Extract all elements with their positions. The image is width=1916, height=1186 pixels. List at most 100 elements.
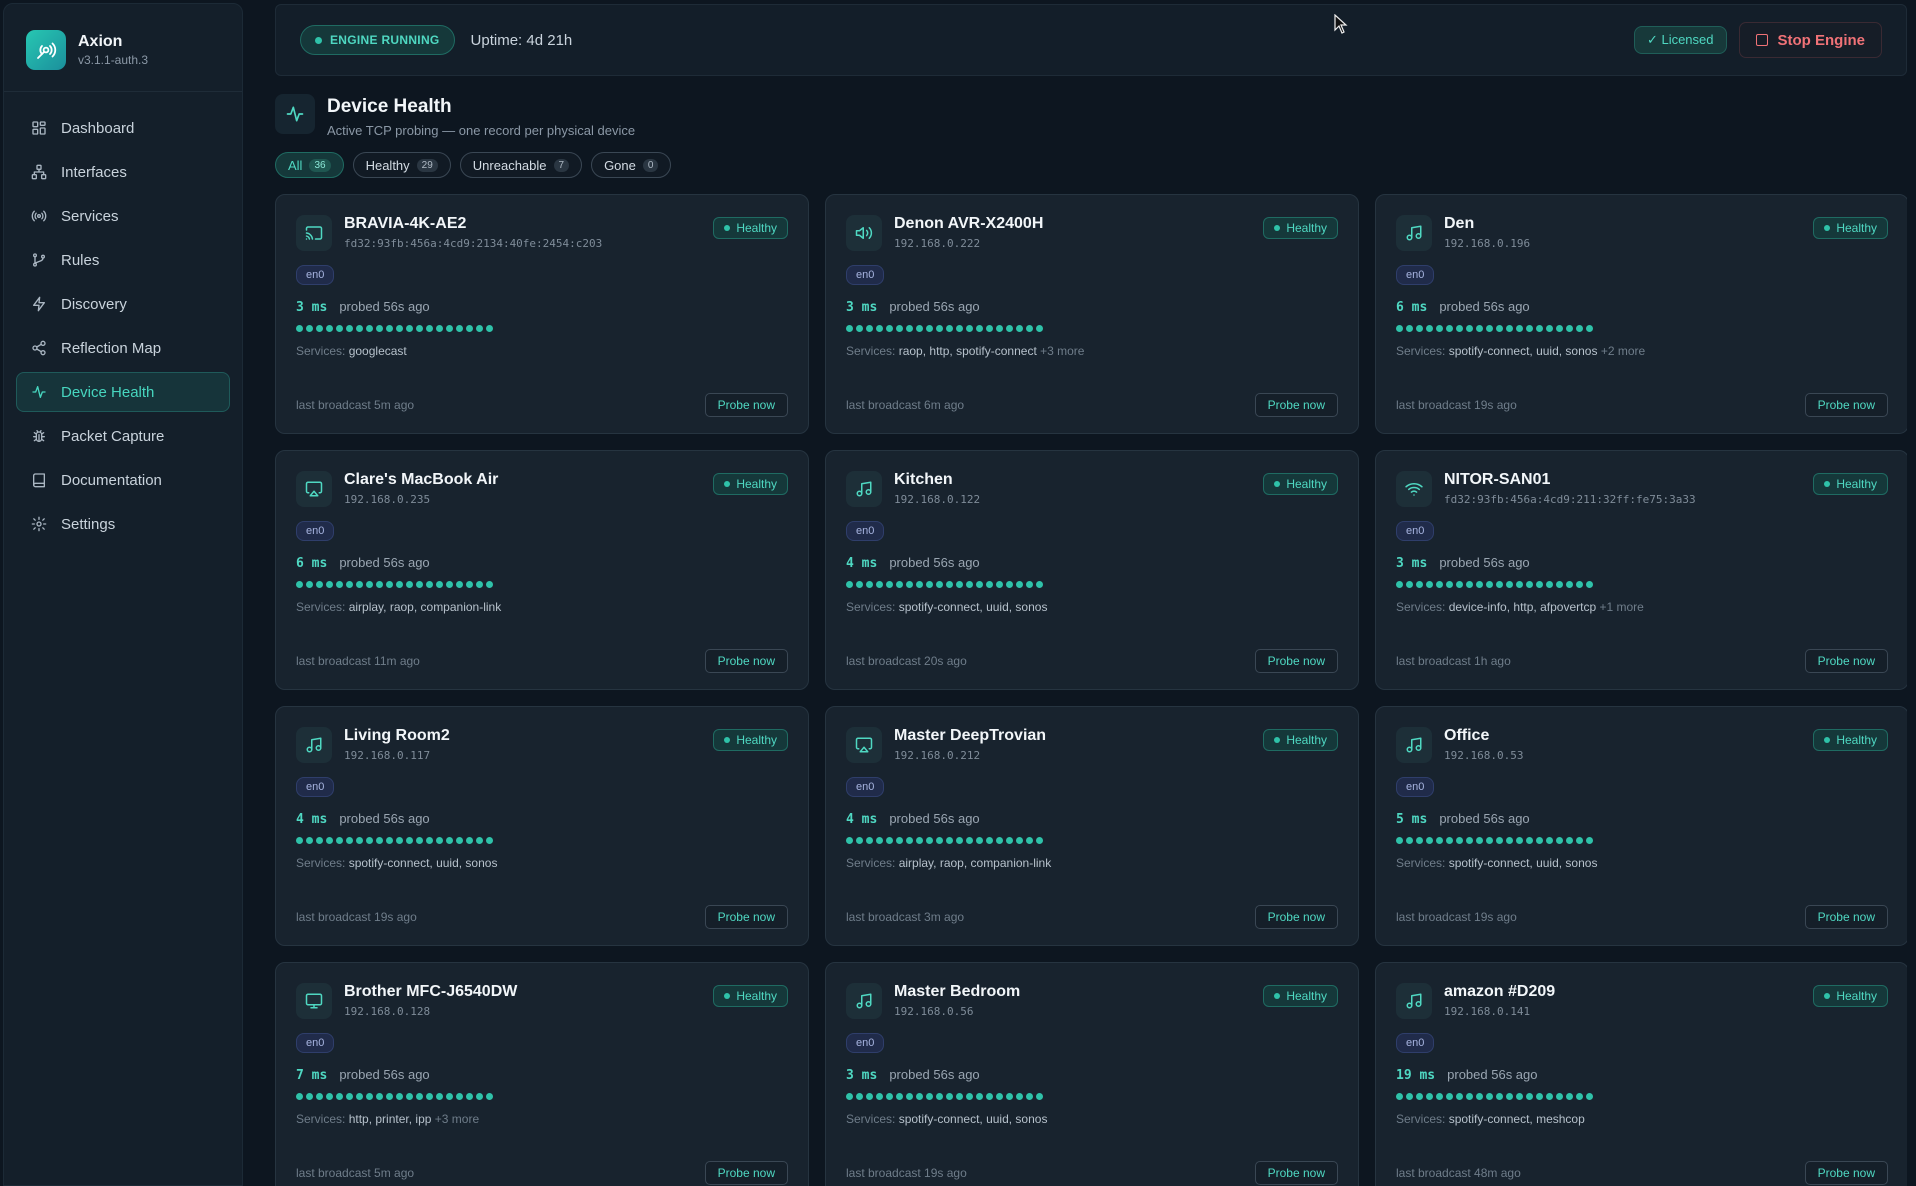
probe-history-dot (1556, 325, 1563, 332)
interface-badge: en0 (296, 777, 335, 797)
probe-history-dot (1446, 581, 1453, 588)
probe-history-dot (886, 581, 893, 588)
probe-now-button[interactable]: Probe now (1254, 393, 1338, 417)
probe-history-dot (986, 325, 993, 332)
probe-history-dot (1546, 581, 1553, 588)
probe-now-button[interactable]: Probe now (1254, 1161, 1338, 1185)
device-address: 192.168.0.122 (894, 493, 981, 506)
probe-history-dot (1416, 325, 1423, 332)
status-text: Healthy (1836, 221, 1877, 235)
sidebar-item-interfaces[interactable]: Interfaces (16, 152, 230, 192)
probe-history-dot (1566, 1093, 1573, 1100)
device-card: Clare's MacBook Air 192.168.0.235 Healthy e… (275, 450, 809, 690)
sidebar-item-label: Rules (61, 251, 100, 269)
services-line: Services: spotify-connect, uuid, sonos (846, 1112, 1338, 1126)
last-broadcast: last broadcast 20s ago (846, 654, 967, 668)
probe-history-dot (426, 1093, 433, 1100)
filter-chip-all[interactable]: All 36 (275, 152, 344, 178)
probe-now-button[interactable]: Probe now (1804, 393, 1888, 417)
status-dot (1274, 737, 1281, 743)
probe-history-dot (1566, 581, 1573, 588)
bolt-icon (31, 296, 61, 312)
interface-badge: en0 (846, 777, 885, 797)
probe-history (1396, 837, 1888, 844)
services-prefix: Services: (296, 344, 346, 358)
probe-now-button[interactable]: Probe now (1804, 1161, 1888, 1185)
probe-history-dot (1016, 1093, 1023, 1100)
sidebar-item-packet-capture[interactable]: Packet Capture (16, 416, 230, 456)
services-list: airplay, raop, companion-link (898, 856, 1052, 870)
device-name: Office (1444, 727, 1490, 744)
device-name: Master Bedroom (894, 983, 1021, 1000)
device-card: Master Bedroom 192.168.0.56 Healthy en0 3 ms… (825, 962, 1359, 1186)
services-line: Services: spotify-connect, uuid, sonos +… (1396, 344, 1888, 358)
sidebar-item-discovery[interactable]: Discovery (16, 284, 230, 324)
last-broadcast: last broadcast 11m ago (296, 654, 420, 668)
probe-history-dot (1036, 837, 1043, 844)
sidebar-item-services[interactable]: Services (16, 196, 230, 236)
probe-now-button[interactable]: Probe now (1804, 649, 1888, 673)
filter-chip-healthy[interactable]: Healthy 29 (352, 152, 451, 178)
services-line: Services: http, printer, ipp +3 more (296, 1112, 788, 1126)
sidebar-item-device-health[interactable]: Device Health (16, 372, 230, 412)
licensed-badge: ✓ Licensed (1633, 26, 1727, 54)
probe-history-dot (446, 1093, 453, 1100)
probe-history-dot (996, 581, 1003, 588)
probe-history-dot (1436, 1093, 1443, 1100)
probe-history (296, 581, 788, 588)
sidebar-item-dashboard[interactable]: Dashboard (16, 108, 230, 148)
probe-history-dot (396, 1093, 403, 1100)
probe-history (846, 325, 1338, 332)
sidebar-item-settings[interactable]: Settings (16, 504, 230, 544)
probe-history (296, 325, 788, 332)
sidebar-item-rules[interactable]: Rules (16, 240, 230, 280)
probe-history-dot (916, 325, 923, 332)
probe-history-dot (1426, 325, 1433, 332)
probe-history-dot (856, 1093, 863, 1100)
probe-history-dot (1496, 581, 1503, 588)
services-list: spotify-connect, uuid, sonos (898, 1112, 1048, 1126)
probe-history-dot (336, 1093, 343, 1100)
stop-engine-button[interactable]: Stop Engine (1738, 22, 1882, 58)
sidebar-item-documentation[interactable]: Documentation (16, 460, 230, 500)
probe-history-dot (1406, 1093, 1413, 1100)
services-line: Services: googlecast (296, 344, 788, 358)
probe-now-button[interactable]: Probe now (704, 649, 788, 673)
device-card: amazon #D209 192.168.0.141 Healthy en0 19 ms… (1375, 962, 1907, 1186)
probe-history-dot (1016, 837, 1023, 844)
probe-history-dot (886, 837, 893, 844)
sidebar-item-label: Dashboard (61, 119, 135, 137)
probe-history-dot (1556, 1093, 1563, 1100)
probe-history-dot (336, 581, 343, 588)
brand[interactable]: Axion v3.1.1-auth.3 (4, 4, 242, 92)
filter-chip-unreachable[interactable]: Unreachable 7 (459, 152, 583, 178)
device-card: Office 192.168.0.53 Healthy en0 5 ms probed 5… (1375, 706, 1907, 946)
services-more: +3 more (1040, 344, 1085, 358)
sidebar-item-label: Packet Capture (61, 427, 165, 445)
probe-history-dot (1466, 581, 1473, 588)
probe-now-button[interactable]: Probe now (704, 393, 788, 417)
sidebar-item-label: Device Health (61, 383, 155, 401)
probe-history-dot (1006, 325, 1013, 332)
probe-history-dot (926, 325, 933, 332)
device-name: amazon #D209 (1444, 983, 1556, 1000)
probe-history-dot (1566, 837, 1573, 844)
last-broadcast: last broadcast 1h ago (1396, 654, 1511, 668)
airplay-icon (846, 727, 882, 763)
status-dot (1274, 993, 1281, 999)
status-text: Healthy (736, 477, 777, 491)
probe-now-button[interactable]: Probe now (704, 905, 788, 929)
probe-history-dot (346, 581, 353, 588)
probe-history-dot (866, 1093, 873, 1100)
probe-history-dot (436, 837, 443, 844)
device-card: BRAVIA-4K-AE2 fd32:93fb:456a:4cd9:2134:40… (275, 194, 809, 434)
latency-value: 4 ms (296, 812, 328, 827)
device-name: Master DeepTrovian (894, 727, 1047, 744)
probe-now-button[interactable]: Probe now (1254, 649, 1338, 673)
filter-chip-gone[interactable]: Gone 0 (591, 152, 672, 178)
probe-now-button[interactable]: Probe now (1804, 905, 1888, 929)
probe-now-button[interactable]: Probe now (704, 1161, 788, 1185)
sidebar-item-reflection-map[interactable]: Reflection Map (16, 328, 230, 368)
probe-now-button[interactable]: Probe now (1254, 905, 1338, 929)
probed-time: probed 56s ago (889, 299, 980, 314)
